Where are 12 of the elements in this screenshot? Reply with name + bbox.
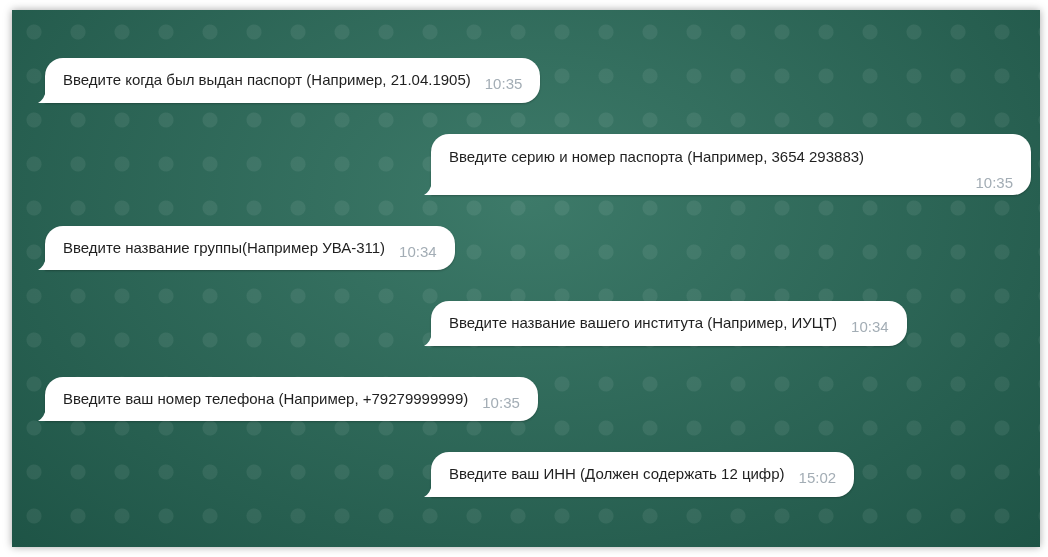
message-text: Введите ваш ИНН (Должен содержать 12 цифр) — [449, 464, 785, 484]
message-time: 10:34 — [851, 317, 889, 337]
message-text: Введите название вашего института (Например, ИУЦТ) — [449, 313, 838, 333]
message-time: 10:35 — [482, 392, 520, 413]
message-text: Введите ваш номер телефона (Например, +79279999999) — [63, 388, 469, 409]
message-time: 10:35 — [484, 74, 523, 94]
message-time: 10:34 — [399, 241, 437, 262]
message-text: Введите название группы(Например УВА-311) — [63, 237, 386, 258]
message-text: Введите серию и номер паспорта (Например, 3654 293883) — [449, 146, 866, 167]
message-time: 15:02 — [798, 468, 837, 488]
message-time: 10:35 — [975, 173, 1013, 193]
message-text: Введите когда был выдан паспорт (Например, 21.04.1905) — [63, 70, 471, 90]
